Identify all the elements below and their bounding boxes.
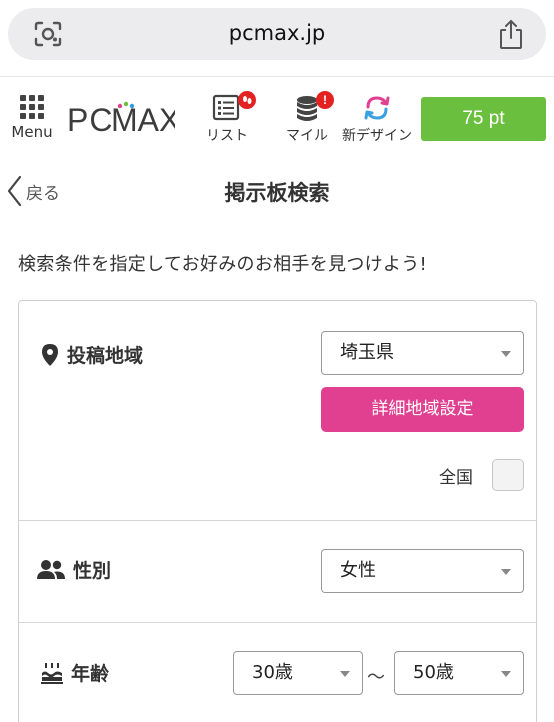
age-range-separator: 〜 [367,667,385,688]
grid-menu-icon [20,95,44,119]
age-section: 年齢 30歳 〜 50歳 [19,623,536,722]
nav-mile-label: マイル [286,128,328,144]
nav-list-label: リスト [206,128,248,144]
map-pin-icon [42,343,58,366]
region-section: 投稿地域 埼玉県 詳細地域設定 全国 [19,301,536,521]
users-icon [37,559,65,579]
url-domain[interactable]: pcmax.jp [8,21,546,45]
nav-new-design[interactable]: 新デザイン [340,93,414,145]
pcmax-logo[interactable]: PC MAX [67,99,175,139]
chevron-down-icon [501,351,511,357]
title-bar: 戻る 掲示板検索 [0,160,554,220]
region-select-value: 埼玉県 [340,342,394,363]
browser-toolbar: pcmax.jp [0,0,554,76]
age-label: 年齢 [41,659,109,686]
site-header: Menu PC MAX リスト ! マイル 新デザイン 75 pt [0,76,554,156]
chevron-down-icon [340,671,350,677]
points-button[interactable]: 75 pt [421,97,546,141]
region-label: 投稿地域 [41,341,143,368]
age-max-value: 50歳 [413,662,454,683]
alert-badge: ! [316,91,334,109]
page-title: 掲示板検索 [224,181,330,205]
address-bar[interactable]: pcmax.jp [8,8,546,60]
gender-section: 性別 女性 [19,521,536,623]
nav-new-design-label: 新デザイン [342,128,412,144]
gender-select-value: 女性 [340,560,376,581]
gender-label: 性別 [37,556,111,583]
chevron-down-icon [501,671,511,677]
footprint-badge-icon [238,91,256,109]
chevron-down-icon [501,569,511,575]
intro-text: 検索条件を指定してお好みのお相手を見つけよう! [18,254,428,275]
age-max-select[interactable]: 50歳 [394,651,524,695]
nav-list[interactable]: リスト [200,91,256,145]
search-form: 投稿地域 埼玉県 詳細地域設定 全国 性別 女性 年齢 30歳 〜 50歳 [18,300,537,722]
birthday-cake-icon [41,662,63,684]
detail-region-button[interactable]: 詳細地域設定 [321,387,524,432]
gender-select[interactable]: 女性 [321,549,524,593]
menu-button[interactable]: Menu [7,95,57,141]
menu-label: Menu [11,123,53,141]
nationwide-label: 全国 [439,468,473,488]
region-select[interactable]: 埼玉県 [321,331,524,375]
age-min-select[interactable]: 30歳 [233,651,363,695]
share-icon[interactable] [498,18,524,50]
svg-text:PC: PC [67,102,113,138]
refresh-icon [364,96,390,120]
age-min-value: 30歳 [252,662,293,683]
nav-mile[interactable]: ! マイル [280,91,334,145]
nationwide-checkbox[interactable] [492,459,524,491]
